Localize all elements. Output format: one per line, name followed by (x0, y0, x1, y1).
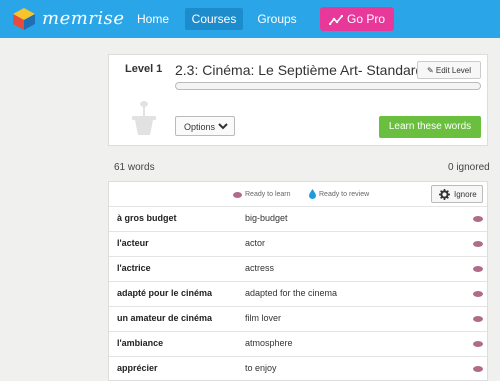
learn-words-button[interactable]: Learn these words (379, 116, 481, 138)
word-term: un amateur de cinéma (117, 313, 213, 323)
word-row[interactable]: l'acteur actor (109, 231, 487, 257)
word-definition: film lover (245, 313, 282, 323)
go-pro-button[interactable]: Go Pro (320, 7, 394, 31)
nav-courses[interactable]: Courses (185, 8, 243, 30)
memrise-logo-icon[interactable] (12, 7, 36, 31)
word-term: adapté pour le cinéma (117, 288, 213, 298)
seedling-pot-icon (132, 101, 156, 135)
word-row[interactable]: un amateur de cinéma film lover (109, 306, 487, 332)
chevron-down-icon (218, 123, 228, 130)
word-definition: actress (245, 263, 275, 273)
word-term: l'actrice (117, 263, 151, 273)
nav-groups[interactable]: Groups (251, 8, 303, 30)
word-row[interactable]: apprécier to enjoy (109, 356, 487, 380)
word-definition: actor (245, 238, 266, 248)
ready-to-learn-icon (233, 192, 242, 198)
ready-to-learn-status-icon (473, 291, 483, 297)
edit-level-label: Edit Level (435, 66, 472, 75)
word-list-card: Ready to learn Ready to review Ignore à … (108, 181, 488, 381)
ready-to-learn-status-icon (473, 241, 483, 247)
brand-name[interactable]: memrise (42, 8, 125, 29)
word-row[interactable]: l'ambiance atmosphere (109, 331, 487, 357)
level-card: Level 1 2.3: Cinéma: Le Septième Art- St… (108, 54, 488, 146)
level-progress-bar (175, 82, 481, 90)
ready-to-learn-label: Ready to learn (245, 191, 291, 198)
top-nav-bar: memrise Home Courses Groups Go Pro (0, 0, 500, 38)
ignore-button[interactable]: Ignore (431, 185, 483, 203)
ignored-count: 0 ignored (448, 162, 490, 173)
level-title: 2.3: Cinéma: Le Septième Art- Standard (175, 62, 424, 78)
level-number: Level 1 (125, 63, 163, 75)
edit-level-button[interactable]: ✎ Edit Level (417, 61, 481, 79)
ready-to-learn-status-icon (473, 266, 483, 272)
ready-to-learn-status-icon (473, 366, 483, 372)
pencil-icon: ✎ (426, 66, 434, 75)
ready-to-learn-status-icon (473, 316, 483, 322)
word-definition: big-budget (245, 213, 288, 223)
word-row[interactable]: à gros budget big-budget (109, 206, 487, 232)
options-dropdown[interactable]: Options (175, 116, 235, 136)
water-drop-icon (309, 189, 316, 199)
word-definition: to enjoy (245, 363, 277, 373)
options-label: Options (184, 122, 216, 132)
word-definition: adapted for the cinema (245, 288, 338, 298)
trend-up-icon (328, 14, 344, 26)
ignore-label: Ignore (454, 190, 477, 199)
word-row[interactable]: adapté pour le cinéma adapted for the ci… (109, 281, 487, 307)
ready-to-learn-status-icon (473, 216, 483, 222)
nav-home[interactable]: Home (128, 8, 178, 30)
word-term: l'ambiance (117, 338, 164, 348)
gear-icon (439, 189, 450, 200)
ready-to-learn-status-icon (473, 341, 483, 347)
word-count: 61 words (114, 162, 155, 173)
word-term: l'acteur (117, 238, 149, 248)
word-term: à gros budget (117, 213, 177, 223)
ready-to-review-label: Ready to review (319, 191, 370, 198)
word-row[interactable]: l'actrice actress (109, 256, 487, 282)
word-definition: atmosphere (245, 338, 293, 348)
go-pro-label: Go Pro (346, 12, 385, 26)
word-term: apprécier (117, 363, 158, 373)
